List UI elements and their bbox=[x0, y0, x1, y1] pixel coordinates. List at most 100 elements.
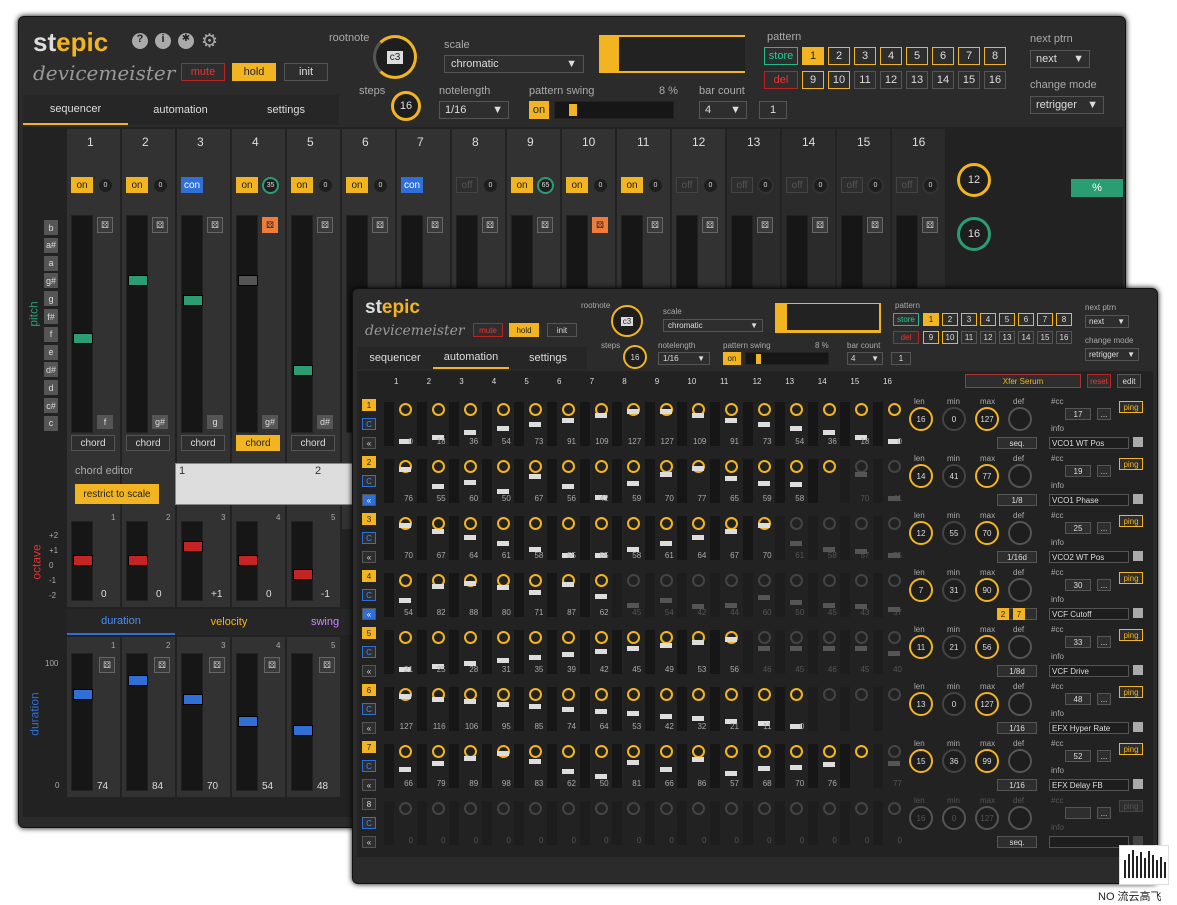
automation-step-ring[interactable] bbox=[757, 745, 771, 758]
auto-store-button[interactable]: store bbox=[893, 313, 919, 326]
automation-step-ring[interactable] bbox=[399, 403, 412, 416]
lane-prev-icon[interactable]: « bbox=[362, 608, 376, 620]
automation-step-ring[interactable] bbox=[594, 631, 608, 644]
lane-number[interactable]: 3 bbox=[362, 513, 376, 525]
auto-pattern-slot-2[interactable]: 2 bbox=[942, 313, 958, 326]
lane-number[interactable]: 5 bbox=[362, 627, 376, 639]
lane-cc-more[interactable]: ... bbox=[1097, 465, 1111, 477]
auto-change-dropdown[interactable]: retrigger ▼ bbox=[1085, 348, 1139, 361]
pitch-key[interactable]: a# bbox=[44, 237, 58, 253]
pitch-slider-thumb[interactable] bbox=[73, 333, 93, 344]
automation-step-thumb[interactable] bbox=[888, 650, 900, 656]
lane-def-knob[interactable] bbox=[1008, 806, 1032, 830]
automation-step-thumb[interactable] bbox=[790, 600, 803, 606]
init-button[interactable]: init bbox=[284, 63, 328, 81]
auto-next-dropdown[interactable]: next ▼ bbox=[1085, 315, 1129, 328]
automation-step-thumb[interactable] bbox=[725, 637, 737, 642]
rootnote-knob[interactable]: c3 bbox=[373, 35, 417, 79]
next-dropdown[interactable]: next ▼ bbox=[1030, 50, 1090, 68]
auto-barcount-dropdown[interactable]: 4 ▼ bbox=[847, 352, 883, 365]
automation-step-ring[interactable] bbox=[659, 574, 673, 587]
step-offset-knob[interactable]: 0 bbox=[592, 177, 609, 194]
lane-len-knob[interactable]: 16 bbox=[909, 806, 933, 830]
automation-step-thumb[interactable] bbox=[529, 703, 542, 709]
automation-step-thumb[interactable] bbox=[496, 426, 509, 432]
automation-step-ring[interactable] bbox=[888, 631, 901, 644]
lane-max-knob[interactable]: 56 bbox=[975, 635, 999, 659]
pattern-slot-8[interactable]: 8 bbox=[984, 47, 1006, 65]
help-icon[interactable]: ? bbox=[132, 33, 148, 49]
info-icon[interactable]: i bbox=[155, 33, 171, 49]
lane-rate-dropdown[interactable]: seq. bbox=[997, 836, 1037, 848]
automation-step-ring[interactable] bbox=[822, 403, 836, 416]
lane-len-knob[interactable]: 14 bbox=[909, 464, 933, 488]
automation-step-thumb[interactable] bbox=[431, 760, 444, 766]
dice-icon[interactable]: ⚄ bbox=[592, 217, 608, 233]
lane-prev-icon[interactable]: « bbox=[362, 437, 376, 449]
octave-slider[interactable] bbox=[291, 521, 313, 601]
tab-automation[interactable]: automation bbox=[128, 95, 233, 125]
dice-icon[interactable]: ⚄ bbox=[537, 217, 553, 233]
automation-step-thumb[interactable] bbox=[725, 476, 737, 481]
step-on-toggle[interactable]: off bbox=[731, 177, 753, 193]
octave-slider-thumb[interactable] bbox=[293, 569, 313, 580]
lane-min-knob[interactable]: 0 bbox=[942, 407, 966, 431]
dice-icon[interactable]: ⚄ bbox=[812, 217, 828, 233]
automation-step-thumb[interactable] bbox=[431, 529, 444, 534]
dice-icon[interactable]: ⚄ bbox=[99, 657, 115, 673]
pattern-slot-16[interactable]: 16 bbox=[984, 71, 1006, 89]
lane-cc-value[interactable] bbox=[1065, 807, 1091, 819]
save-icon[interactable] bbox=[1133, 608, 1143, 618]
step-on-toggle[interactable]: on bbox=[346, 177, 368, 193]
chord-button[interactable]: chord bbox=[181, 435, 225, 451]
dice-icon[interactable]: ⚄ bbox=[97, 217, 113, 233]
pattern-slot-11[interactable]: 11 bbox=[854, 71, 876, 89]
auto-swing-slider[interactable] bbox=[745, 352, 829, 365]
dice-icon[interactable]: ⚄ bbox=[922, 217, 938, 233]
automation-step-ring[interactable] bbox=[594, 745, 608, 758]
automation-step-thumb[interactable] bbox=[594, 649, 607, 654]
automation-step-ring[interactable] bbox=[399, 745, 412, 758]
automation-step-ring[interactable] bbox=[431, 745, 445, 758]
lane-cc-value[interactable]: 25 bbox=[1065, 522, 1091, 534]
auto-pattern-slot-7[interactable]: 7 bbox=[1037, 313, 1053, 326]
automation-step-thumb[interactable] bbox=[496, 585, 509, 591]
automation-step-ring[interactable] bbox=[496, 517, 510, 530]
automation-step-ring[interactable] bbox=[562, 403, 575, 416]
automation-step-thumb[interactable] bbox=[790, 426, 803, 432]
auto-pattern-slot-13[interactable]: 13 bbox=[999, 331, 1015, 344]
automation-step-ring[interactable] bbox=[822, 802, 836, 815]
dice-icon[interactable]: ⚄ bbox=[207, 217, 223, 233]
hold-button[interactable]: hold bbox=[232, 63, 276, 81]
automation-step-slider[interactable] bbox=[872, 686, 884, 732]
automation-step-thumb[interactable] bbox=[692, 757, 705, 763]
auto-tab-settings[interactable]: settings bbox=[509, 347, 587, 369]
automation-step-slider[interactable] bbox=[839, 686, 852, 732]
tab-settings[interactable]: settings bbox=[233, 95, 339, 125]
step-offset-knob[interactable]: 0 bbox=[922, 177, 939, 194]
automation-step-ring[interactable] bbox=[431, 802, 445, 815]
automation-step-thumb[interactable] bbox=[692, 535, 705, 540]
lane-min-knob[interactable]: 0 bbox=[942, 806, 966, 830]
automation-step-ring[interactable] bbox=[888, 745, 901, 758]
automation-step-ring[interactable] bbox=[822, 688, 836, 701]
automation-step-thumb[interactable] bbox=[659, 598, 672, 604]
automation-step-thumb[interactable] bbox=[822, 645, 835, 651]
lane-cc-more[interactable]: ... bbox=[1097, 807, 1111, 819]
lane-rate-dropdown[interactable]: seq. bbox=[997, 437, 1037, 449]
pitch-slider-thumb[interactable] bbox=[238, 275, 258, 286]
automation-step-ring[interactable] bbox=[594, 460, 608, 473]
automation-step-thumb[interactable] bbox=[496, 701, 509, 707]
automation-step-thumb[interactable] bbox=[757, 595, 770, 601]
auto-pattern-slot-15[interactable]: 15 bbox=[1037, 331, 1053, 344]
lane-number[interactable]: 8 bbox=[362, 798, 376, 810]
automation-step-ring[interactable] bbox=[594, 802, 608, 815]
automation-step-thumb[interactable] bbox=[627, 646, 640, 652]
tab-sequencer[interactable]: sequencer bbox=[23, 95, 128, 125]
pitch-key[interactable]: e bbox=[44, 344, 58, 360]
automation-step-ring[interactable] bbox=[757, 403, 771, 416]
pitch-key[interactable]: a bbox=[44, 255, 58, 271]
automation-step-thumb[interactable] bbox=[627, 481, 640, 486]
automation-step-thumb[interactable] bbox=[529, 655, 542, 660]
automation-step-thumb[interactable] bbox=[790, 541, 803, 546]
